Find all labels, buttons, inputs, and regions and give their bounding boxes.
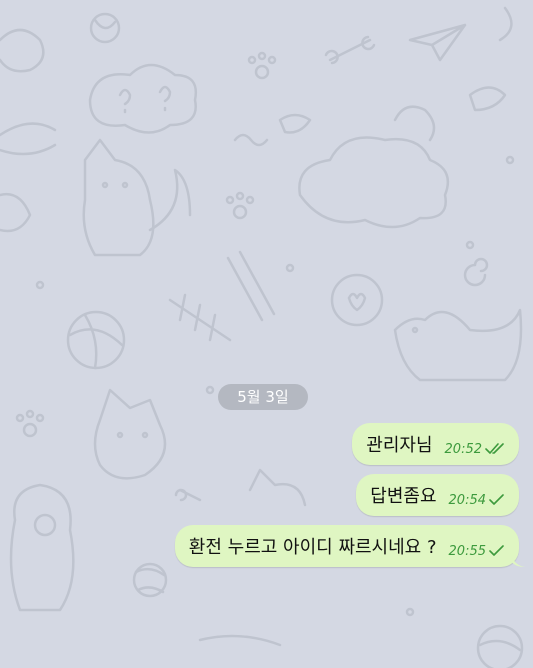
message-text: 답변좀요 bbox=[370, 486, 437, 507]
check-icon bbox=[489, 494, 504, 505]
date-divider: 5월 3일 bbox=[218, 384, 308, 410]
message-time: 20:55 bbox=[448, 543, 486, 559]
outgoing-message[interactable]: 답변좀요 20:54 bbox=[356, 474, 519, 516]
outgoing-message[interactable]: 환전 누르고 아이디 짜르시네요 ? 20:55 bbox=[174, 525, 525, 567]
message-time: 20:54 bbox=[448, 492, 486, 508]
chat-screen: { "chat": { "date_divider": "5월 3일", "me… bbox=[0, 0, 533, 668]
check-icon bbox=[489, 545, 504, 556]
message-meta: 20:52 bbox=[445, 442, 505, 457]
message-meta: 20:54 bbox=[449, 493, 505, 508]
message-text: 환전 누르고 아이디 짜르시네요 ? bbox=[188, 537, 437, 558]
message-time: 20:52 bbox=[444, 441, 482, 457]
double-check-icon bbox=[485, 443, 504, 454]
outgoing-message[interactable]: 관리자님 20:52 bbox=[352, 423, 519, 465]
chat-wallpaper bbox=[0, 6, 524, 668]
bubble-tail bbox=[511, 553, 525, 567]
message-meta: 20:55 bbox=[449, 544, 505, 559]
message-text: 관리자님 bbox=[366, 435, 433, 456]
